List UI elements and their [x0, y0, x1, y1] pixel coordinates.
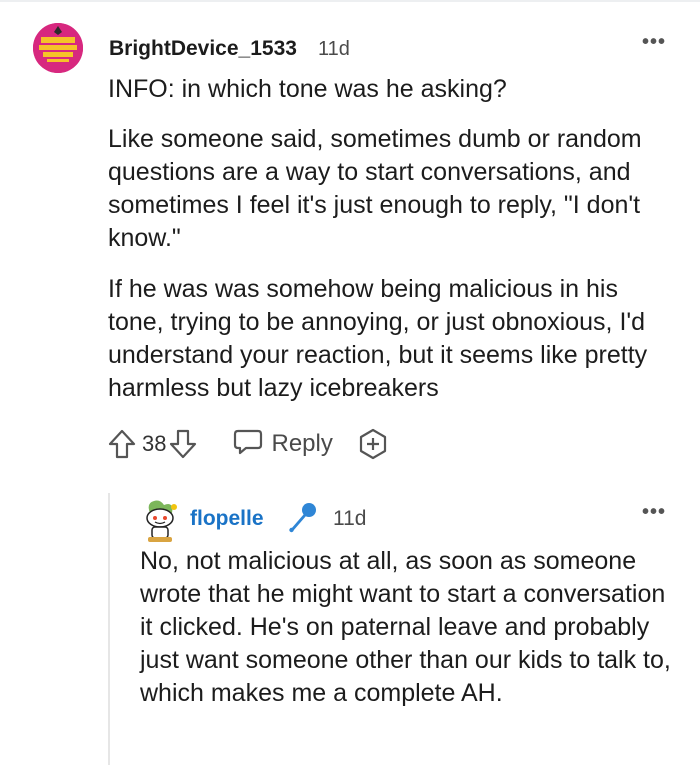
more-options-icon[interactable]: ••• [642, 502, 666, 522]
comment-paragraph: If he was was somehow being malicious in… [108, 275, 648, 402]
reply-text: No, not malicious at all, as soon as som… [140, 547, 671, 707]
user-avatar[interactable] [33, 23, 83, 73]
reply-button[interactable]: Reply [233, 428, 333, 461]
upvote-icon[interactable] [108, 429, 136, 459]
thread-line[interactable] [108, 493, 110, 765]
comment-username[interactable]: BrightDevice_1533 [109, 37, 297, 61]
top-divider [0, 0, 700, 2]
microphone-icon [285, 501, 319, 535]
add-award-icon[interactable] [357, 428, 389, 460]
comment-actions-bar: 38 Reply [108, 426, 389, 462]
vote-count: 38 [142, 431, 167, 456]
comment-paragraph: INFO: in which tone was he asking? [108, 75, 507, 103]
more-options-icon[interactable]: ••• [642, 32, 666, 52]
downvote-icon[interactable] [169, 429, 197, 459]
snoo-avatar[interactable] [140, 497, 180, 543]
reply-timestamp: 11d [333, 507, 367, 530]
comment-timestamp: 11d [318, 38, 350, 60]
reply-label: Reply [271, 430, 333, 457]
comment-paragraph: Like someone said, sometimes dumb or ran… [108, 125, 642, 252]
comment-bubble-icon [233, 428, 263, 461]
reply-username[interactable]: flopelle [190, 507, 264, 531]
